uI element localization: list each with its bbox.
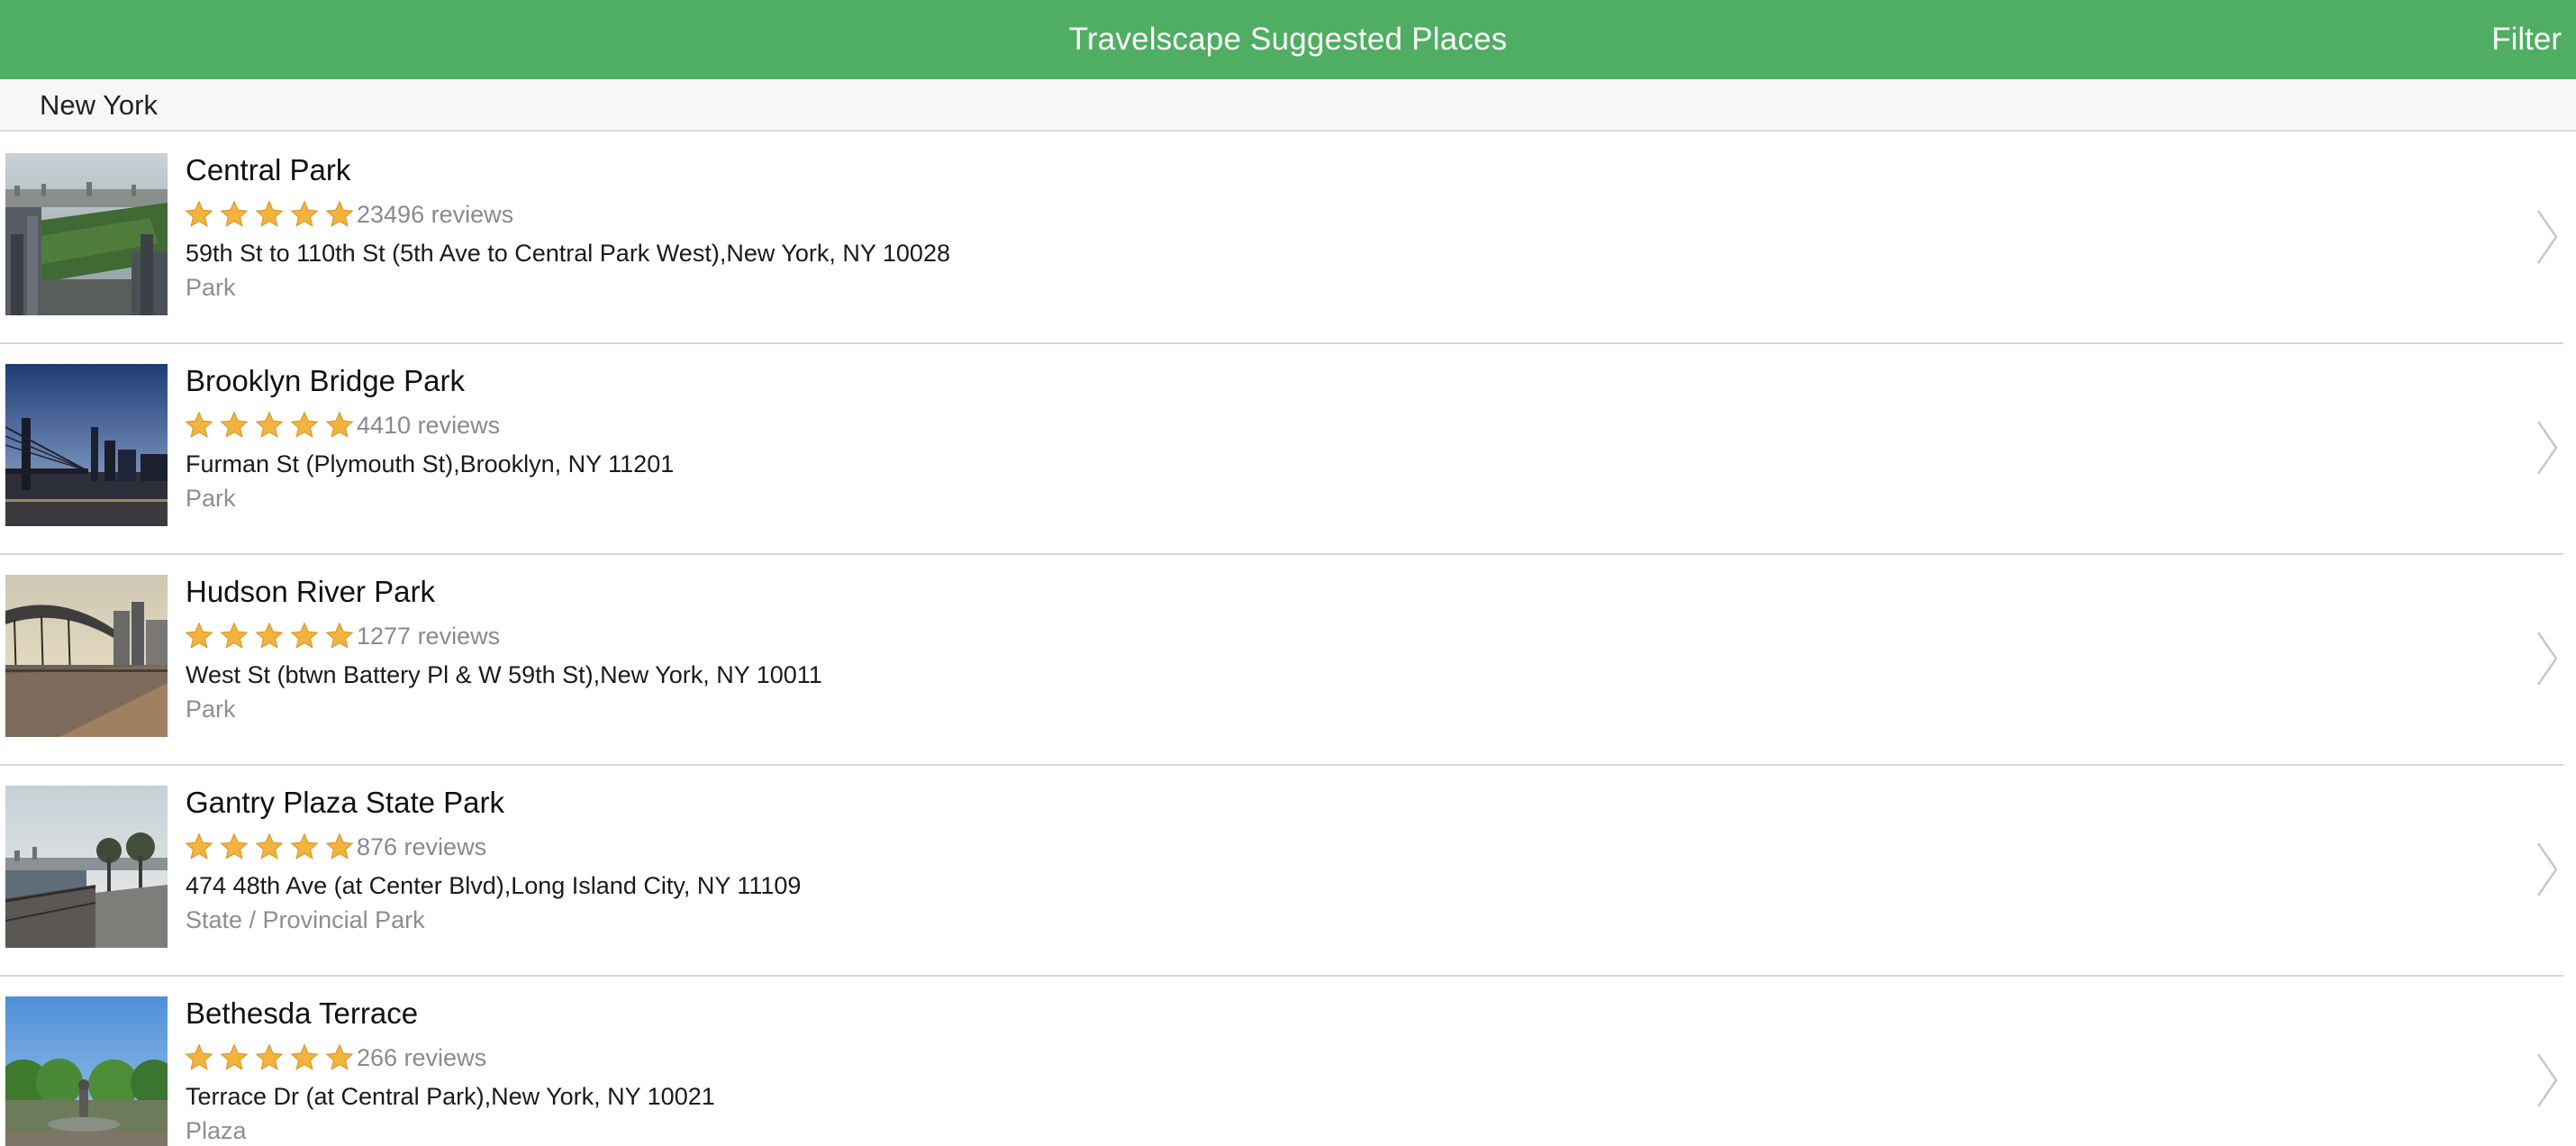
nav-title: Travelscape Suggested Places (1068, 22, 1508, 57)
place-address: 474 48th Ave (at Center Blvd),Long Islan… (186, 872, 802, 899)
star-icon (290, 622, 319, 649)
chevron-right-icon (2536, 632, 2558, 686)
review-count: 266 reviews (357, 1043, 487, 1071)
rating: 1277 reviews (184, 618, 500, 654)
place-address: Furman St (Plymouth St),Brooklyn, NY 112… (186, 450, 675, 478)
star-icon (290, 1043, 319, 1070)
review-count: 4410 reviews (357, 411, 501, 439)
star-rating (184, 199, 355, 230)
place-thumbnail (5, 786, 168, 948)
place-row-hudson-river-park[interactable]: Hudson River Park 1277 reviews West St (… (0, 555, 2576, 766)
star-rating (184, 621, 355, 651)
star-icon (220, 200, 249, 227)
star-icon (220, 1043, 249, 1070)
place-address: 59th St to 110th St (5th Ave to Central … (186, 240, 950, 267)
star-icon (325, 1043, 354, 1070)
star-icon (185, 411, 213, 438)
place-name: Central Park (186, 153, 351, 186)
place-address: West St (btwn Battery Pl & W 59th St),Ne… (186, 661, 822, 688)
star-rating (184, 410, 355, 441)
star-icon (220, 622, 249, 649)
star-icon (185, 200, 213, 227)
section-header: New York (0, 79, 2576, 132)
place-category: Park (186, 696, 236, 723)
filter-button[interactable]: Filter (2491, 0, 2562, 79)
place-thumbnail (5, 364, 168, 526)
star-icon (290, 832, 319, 860)
chevron-right-icon (2536, 1053, 2558, 1107)
star-rating (184, 832, 355, 862)
star-icon (220, 832, 249, 860)
place-name: Hudson River Park (186, 575, 435, 608)
place-name: Gantry Plaza State Park (186, 786, 504, 819)
star-icon (290, 200, 319, 227)
star-icon (220, 411, 249, 438)
review-count: 23496 reviews (357, 200, 514, 228)
star-icon (255, 411, 284, 438)
star-rating (184, 1042, 355, 1073)
place-row-central-park[interactable]: Central Park 23496 reviews 59th St to 11… (0, 133, 2576, 344)
star-icon (325, 832, 354, 860)
chevron-right-icon (2536, 842, 2558, 896)
rating: 876 reviews (184, 829, 486, 865)
place-row-brooklyn-bridge-park[interactable]: Brooklyn Bridge Park 4410 reviews Furman… (0, 344, 2576, 555)
star-icon (185, 622, 213, 649)
star-icon (255, 1043, 284, 1070)
review-count: 1277 reviews (357, 622, 501, 650)
place-thumbnail (5, 575, 168, 737)
place-name: Bethesda Terrace (186, 996, 419, 1030)
place-row-gantry-plaza-state-park[interactable]: Gantry Plaza State Park 876 reviews 474 … (0, 766, 2576, 977)
place-address: Terrace Dr (at Central Park),New York, N… (186, 1083, 715, 1110)
place-thumbnail (5, 996, 168, 1146)
places-list: Central Park 23496 reviews 59th St to 11… (0, 133, 2576, 1146)
star-icon (185, 832, 213, 860)
rating: 23496 reviews (184, 196, 513, 232)
place-thumbnail (5, 153, 168, 315)
star-icon (325, 200, 354, 227)
app-window: Travelscape Suggested Places Filter New … (0, 0, 2576, 1146)
place-category: Park (186, 274, 236, 301)
place-category: Plaza (186, 1117, 247, 1144)
star-icon (325, 411, 354, 438)
place-row-bethesda-terrace[interactable]: Bethesda Terrace 266 reviews Terrace Dr … (0, 977, 2576, 1146)
star-icon (255, 832, 284, 860)
star-icon (290, 411, 319, 438)
star-icon (325, 622, 354, 649)
navigation-bar: Travelscape Suggested Places Filter (0, 0, 2576, 79)
section-title: New York (40, 89, 158, 121)
place-name: Brooklyn Bridge Park (186, 364, 465, 397)
place-category: State / Provincial Park (186, 906, 425, 933)
star-icon (255, 200, 284, 227)
chevron-right-icon (2536, 421, 2558, 475)
place-category: Park (186, 485, 236, 512)
review-count: 876 reviews (357, 832, 487, 860)
star-icon (185, 1043, 213, 1070)
chevron-right-icon (2536, 210, 2558, 264)
rating: 4410 reviews (184, 407, 500, 443)
rating: 266 reviews (184, 1040, 486, 1076)
star-icon (255, 622, 284, 649)
